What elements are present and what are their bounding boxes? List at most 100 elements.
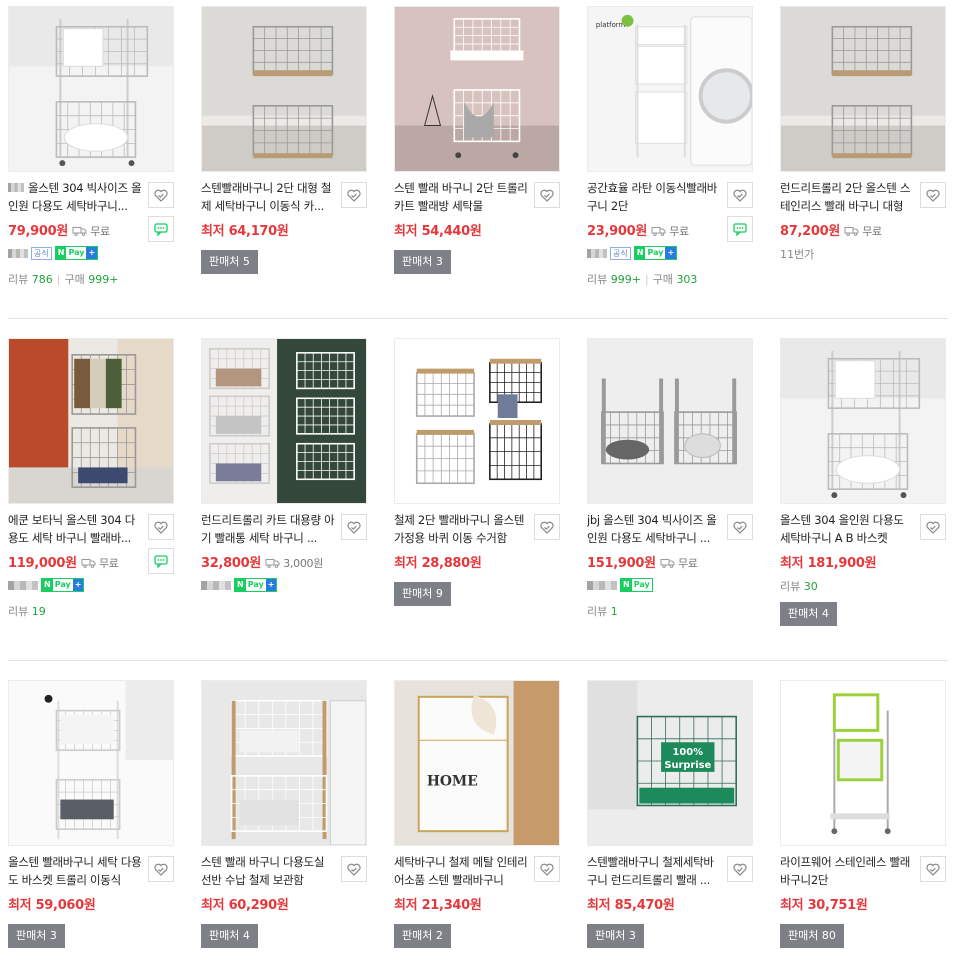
product-card[interactable]: 올스텐 304 올인원 다용도 세탁바구니 A B 바스켓 최저 181,900원… — [780, 338, 960, 638]
product-thumbnail[interactable] — [587, 338, 753, 504]
product-title[interactable]: 스텐빨래바구니 2단 대형 철제 세탁바구니 이동식 카... — [201, 179, 337, 215]
wishlist-heart-icon[interactable] — [727, 182, 753, 208]
wishlist-heart-icon[interactable] — [534, 182, 560, 208]
wishlist-heart-icon[interactable] — [148, 856, 174, 882]
product-title[interactable]: jbj 올스텐 304 빅사이즈 올인원 다용도 세탁바구니 ... — [587, 511, 723, 547]
product-card[interactable]: platform 공간효율 라탄 이동식빨래바구니 2단 23,900원 무료 공식… — [587, 6, 767, 306]
seller-count-button[interactable]: 판매처 9 — [394, 582, 451, 606]
wishlist-heart-icon[interactable] — [341, 182, 367, 208]
seller-count-button[interactable]: 판매처 3 — [394, 250, 451, 274]
product-title-text[interactable]: 런드리트롤리 2단 올스텐 스테인리스 빨래 바구니 대형 — [780, 181, 910, 213]
product-price: 87,200원 무료 — [780, 220, 882, 239]
seller-count-button[interactable]: 판매처 5 — [201, 250, 258, 274]
product-title-text[interactable]: 스텐빨래바구니 2단 대형 철제 세탁바구니 이동식 카... — [201, 181, 331, 213]
review-count[interactable]: 999+ — [611, 273, 641, 286]
product-title[interactable]: 런드리트롤리 카트 대용량 아기 빨래통 세탁 바구니 ... — [201, 511, 337, 547]
product-thumbnail[interactable]: HOME — [394, 680, 560, 846]
product-card[interactable]: 런드리트롤리 카트 대용량 아기 빨래통 세탁 바구니 ... 32,800원 3… — [201, 338, 381, 638]
review-count[interactable]: 30 — [804, 580, 818, 593]
product-card[interactable]: 스텐 빨래 바구니 다용도실 선반 수납 철제 보관함 최저 60,290원 판매처… — [201, 680, 381, 980]
product-title-text[interactable]: 스텐빨래바구니 철제세탁바구니 런드리트롤리 빨래 ... — [587, 855, 714, 887]
npay-badge: N Pay + — [633, 246, 678, 260]
wishlist-heart-icon[interactable] — [534, 856, 560, 882]
product-title[interactable]: 스텐 빨래 바구니 2단 트롤리 카트 빨래방 세탁물 — [394, 179, 530, 215]
wishlist-heart-icon[interactable] — [727, 514, 753, 540]
product-card[interactable]: 올스텐 빨래바구니 세탁 다용도 바스켓 트롤리 이동식 최저 59,060원 판매… — [8, 680, 188, 980]
talktalk-chat-icon[interactable] — [727, 216, 753, 242]
wishlist-heart-icon[interactable] — [727, 856, 753, 882]
seller-count-button[interactable]: 판매처 4 — [201, 924, 258, 948]
product-thumbnail[interactable] — [780, 680, 946, 846]
product-title[interactable]: 런드리트롤리 2단 올스텐 스테인리스 빨래 바구니 대형 — [780, 179, 916, 215]
product-title-text[interactable]: 철제 2단 빨래바구니 올스텐 가정용 바퀴 이동 수거함 — [394, 513, 524, 545]
seller-logo — [8, 183, 24, 192]
product-thumbnail[interactable] — [394, 338, 560, 504]
seller-count-button[interactable]: 판매처 2 — [394, 924, 451, 948]
wishlist-heart-icon[interactable] — [920, 856, 946, 882]
product-card[interactable]: 스텐빨래바구니 2단 대형 철제 세탁바구니 이동식 카... 최저 64,170… — [201, 6, 381, 306]
seller-count-button[interactable]: 판매처 4 — [780, 602, 837, 626]
product-thumbnail[interactable]: platform — [587, 6, 753, 172]
product-title[interactable]: 올스텐 304 올인원 다용도 세탁바구니 A B 바스켓 — [780, 511, 916, 547]
product-card[interactable]: 스텐 빨래 바구니 2단 트롤리 카트 빨래방 세탁물 최저 54,440원 판매처… — [394, 6, 574, 306]
product-thumbnail[interactable] — [780, 6, 946, 172]
product-card[interactable]: jbj 올스텐 304 빅사이즈 올인원 다용도 세탁바구니 ... 151,90… — [587, 338, 767, 638]
talktalk-chat-icon[interactable] — [148, 548, 174, 574]
product-card[interactable]: 런드리트롤리 2단 올스텐 스테인리스 빨래 바구니 대형 87,200원 무료 1… — [780, 6, 960, 306]
product-title-text[interactable]: 에쿤 보타닉 올스텐 304 다용도 세탁 바구니 빨래바... — [8, 513, 135, 545]
wishlist-heart-icon[interactable] — [148, 514, 174, 540]
wishlist-heart-icon[interactable] — [534, 514, 560, 540]
product-title[interactable]: 에쿤 보타닉 올스텐 304 다용도 세탁 바구니 빨래바... — [8, 511, 144, 547]
product-title[interactable]: 세탁바구니 철제 메탈 인테리어소품 스텐 빨래바구니 — [394, 853, 530, 889]
product-thumbnail[interactable] — [394, 6, 560, 172]
product-title-text[interactable]: 공간효율 라탄 이동식빨래바구니 2단 — [587, 181, 717, 213]
product-title[interactable]: 스텐빨래바구니 철제세탁바구니 런드리트롤리 빨래 ... — [587, 853, 723, 889]
wishlist-heart-icon[interactable] — [341, 514, 367, 540]
product-title-text[interactable]: 스텐 빨래 바구니 다용도실 선반 수납 철제 보관함 — [201, 855, 324, 887]
review-count[interactable]: 19 — [32, 605, 46, 618]
product-title[interactable]: 올스텐 빨래바구니 세탁 다용도 바스켓 트롤리 이동식 — [8, 853, 144, 889]
product-card[interactable]: 100% Surprise 스텐빨래바구니 철제세탁바구니 런드리트롤리 빨래 … — [587, 680, 767, 980]
product-thumbnail[interactable] — [780, 338, 946, 504]
product-title-text[interactable]: 올스텐 304 빅사이즈 올인원 다용도 세탁바구니... — [8, 181, 142, 213]
seller-count-button[interactable]: 판매처 3 — [587, 924, 644, 948]
product-card[interactable]: 라이프웨어 스테인레스 빨래바구니2단 최저 30,751원 판매처 80 — [780, 680, 960, 980]
wishlist-heart-icon[interactable] — [920, 182, 946, 208]
product-title-text[interactable]: 올스텐 304 올인원 다용도 세탁바구니 A B 바스켓 — [780, 513, 904, 545]
talktalk-chat-icon[interactable] — [148, 216, 174, 242]
product-thumbnail[interactable] — [201, 338, 367, 504]
price-value: 32,800원 — [201, 556, 262, 571]
review-count[interactable]: 1 — [611, 605, 618, 618]
product-title-text[interactable]: 세탁바구니 철제 메탈 인테리어소품 스텐 빨래바구니 — [394, 855, 528, 887]
product-card[interactable]: 에쿤 보타닉 올스텐 304 다용도 세탁 바구니 빨래바... 119,000원… — [8, 338, 188, 638]
product-thumbnail[interactable]: 100% Surprise — [587, 680, 753, 846]
product-title[interactable]: 공간효율 라탄 이동식빨래바구니 2단 — [587, 179, 723, 215]
wishlist-heart-icon[interactable] — [920, 514, 946, 540]
wishlist-heart-icon[interactable] — [341, 856, 367, 882]
product-title[interactable]: 올스텐 304 빅사이즈 올인원 다용도 세탁바구니... — [8, 179, 144, 215]
product-thumbnail[interactable] — [8, 338, 174, 504]
product-thumbnail[interactable] — [8, 6, 174, 172]
product-thumbnail[interactable] — [8, 680, 174, 846]
product-title-text[interactable]: 스텐 빨래 바구니 2단 트롤리 카트 빨래방 세탁물 — [394, 181, 528, 213]
product-title-text[interactable]: jbj 올스텐 304 빅사이즈 올인원 다용도 세탁바구니 ... — [587, 513, 717, 545]
product-title-text[interactable]: 런드리트롤리 카트 대용량 아기 빨래통 세탁 바구니 ... — [201, 513, 335, 545]
seller-count-button[interactable]: 판매처 80 — [780, 924, 844, 948]
product-thumbnail[interactable] — [201, 680, 367, 846]
product-card[interactable]: 철제 2단 빨래바구니 올스텐 가정용 바퀴 이동 수거함 최저 28,880원 판… — [394, 338, 574, 638]
product-title[interactable]: 라이프웨어 스테인레스 빨래바구니2단 — [780, 853, 916, 889]
product-price: 최저 64,170원 — [201, 220, 289, 239]
product-title[interactable]: 스텐 빨래 바구니 다용도실 선반 수납 철제 보관함 — [201, 853, 337, 889]
product-title-text[interactable]: 라이프웨어 스테인레스 빨래바구니2단 — [780, 855, 910, 887]
npay-badge: N Pay + — [234, 578, 278, 592]
product-price: 최저 21,340원 — [394, 894, 482, 913]
seller-count-button[interactable]: 판매처 3 — [8, 924, 65, 948]
wishlist-heart-icon[interactable] — [148, 182, 174, 208]
product-title[interactable]: 철제 2단 빨래바구니 올스텐 가정용 바퀴 이동 수거함 — [394, 511, 530, 547]
product-thumbnail[interactable] — [201, 6, 367, 172]
product-title-text[interactable]: 올스텐 빨래바구니 세탁 다용도 바스켓 트롤리 이동식 — [8, 855, 142, 887]
review-count[interactable]: 786 — [32, 273, 53, 286]
product-card[interactable]: 올스텐 304 빅사이즈 올인원 다용도 세탁바구니... 79,900원 무료 공… — [8, 6, 188, 306]
shipping-fee: 무료 — [677, 557, 698, 570]
product-card[interactable]: HOME 세탁바구니 철제 메탈 인테리어소품 스텐 빨래바구니최저 21,340… — [394, 680, 574, 980]
